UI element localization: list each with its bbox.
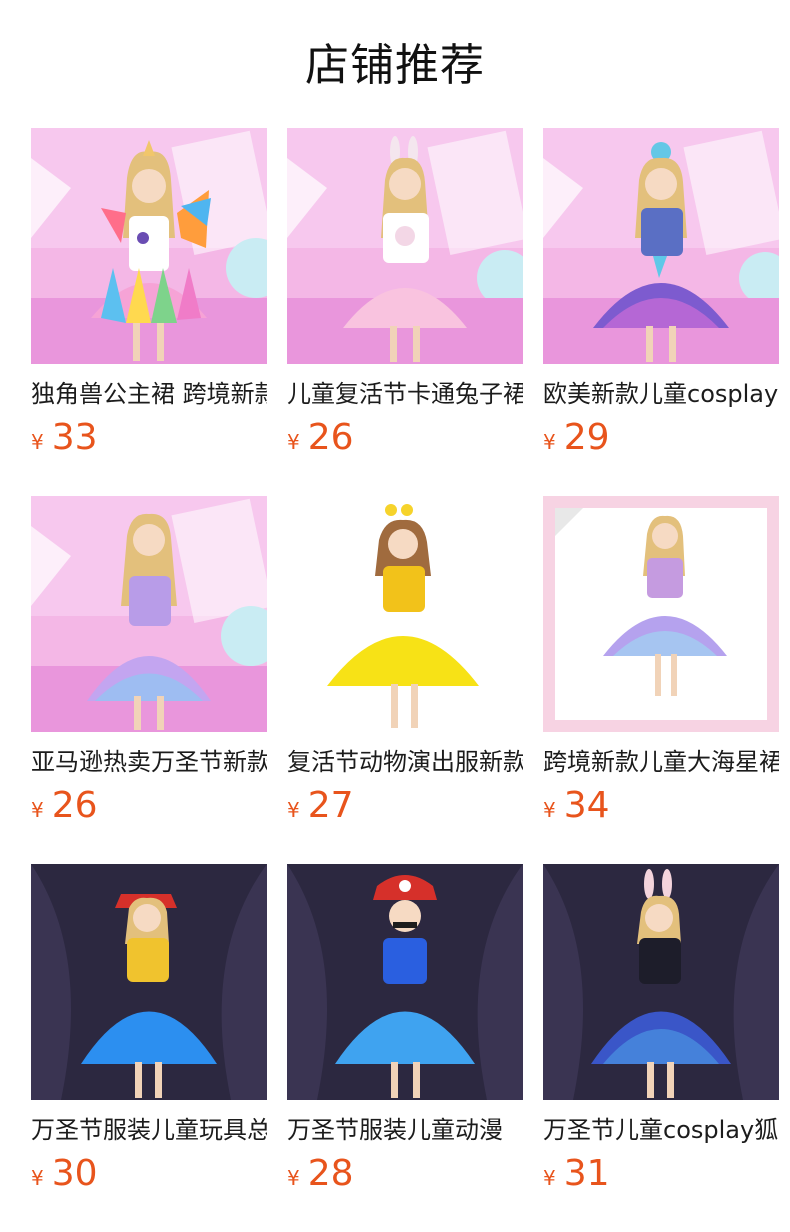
product-name[interactable]: 欧美新款儿童cosplay: [543, 378, 779, 410]
product-card[interactable]: 欧美新款儿童cosplay ¥29: [543, 128, 779, 458]
price-value: 31: [563, 1153, 610, 1194]
currency-symbol: ¥: [31, 798, 44, 822]
product-card[interactable]: 跨境新款儿童大海星裙 ¥34: [543, 496, 779, 826]
currency-symbol: ¥: [287, 430, 300, 454]
product-image[interactable]: [287, 496, 523, 732]
product-card[interactable]: 万圣节服装儿童动漫 ¥28: [287, 864, 523, 1194]
product-price: ¥26: [31, 786, 267, 826]
product-price: ¥26: [287, 418, 523, 458]
product-name[interactable]: 亚马逊热卖万圣节新款: [31, 746, 267, 778]
product-card[interactable]: 亚马逊热卖万圣节新款 ¥26: [31, 496, 267, 826]
currency-symbol: ¥: [31, 430, 44, 454]
product-price: ¥31: [543, 1154, 779, 1194]
price-value: 27: [307, 785, 354, 826]
price-value: 28: [307, 1153, 354, 1194]
product-image[interactable]: [31, 128, 267, 364]
product-price: ¥27: [287, 786, 523, 826]
currency-symbol: ¥: [543, 430, 556, 454]
product-image[interactable]: [287, 128, 523, 364]
product-image[interactable]: [287, 864, 523, 1100]
product-name[interactable]: 儿童复活节卡通兔子裙: [287, 378, 523, 410]
product-card[interactable]: 万圣节儿童cosplay狐 ¥31: [543, 864, 779, 1194]
product-price: ¥33: [31, 418, 267, 458]
product-name[interactable]: 万圣节儿童cosplay狐: [543, 1114, 779, 1146]
price-value: 26: [307, 417, 354, 458]
product-name[interactable]: 万圣节服装儿童动漫: [287, 1114, 523, 1146]
product-image[interactable]: [543, 496, 779, 732]
product-price: ¥28: [287, 1154, 523, 1194]
product-image[interactable]: [543, 128, 779, 364]
price-value: 33: [51, 417, 98, 458]
price-value: 34: [563, 785, 610, 826]
product-image[interactable]: [543, 864, 779, 1100]
currency-symbol: ¥: [31, 1166, 44, 1190]
product-name[interactable]: 复活节动物演出服新款: [287, 746, 523, 778]
product-price: ¥34: [543, 786, 779, 826]
price-value: 30: [51, 1153, 98, 1194]
product-image[interactable]: [31, 496, 267, 732]
product-price: ¥30: [31, 1154, 267, 1194]
currency-symbol: ¥: [543, 1166, 556, 1190]
product-card[interactable]: 万圣节服装儿童玩具总动员 ¥30: [31, 864, 267, 1194]
product-card[interactable]: 独角兽公主裙 跨境新款 ¥33: [31, 128, 267, 458]
price-value: 29: [563, 417, 610, 458]
currency-symbol: ¥: [287, 1166, 300, 1190]
currency-symbol: ¥: [287, 798, 300, 822]
product-card[interactable]: 儿童复活节卡通兔子裙 ¥26: [287, 128, 523, 458]
product-image[interactable]: [31, 864, 267, 1100]
section-title: 店铺推荐: [305, 40, 485, 91]
product-name[interactable]: 跨境新款儿童大海星裙: [543, 746, 779, 778]
product-name[interactable]: 万圣节服装儿童玩具总动员: [31, 1114, 267, 1146]
price-value: 26: [51, 785, 98, 826]
product-price: ¥29: [543, 418, 779, 458]
product-name[interactable]: 独角兽公主裙 跨境新款: [31, 378, 267, 410]
currency-symbol: ¥: [543, 798, 556, 822]
product-card[interactable]: 复活节动物演出服新款 ¥27: [287, 496, 523, 826]
